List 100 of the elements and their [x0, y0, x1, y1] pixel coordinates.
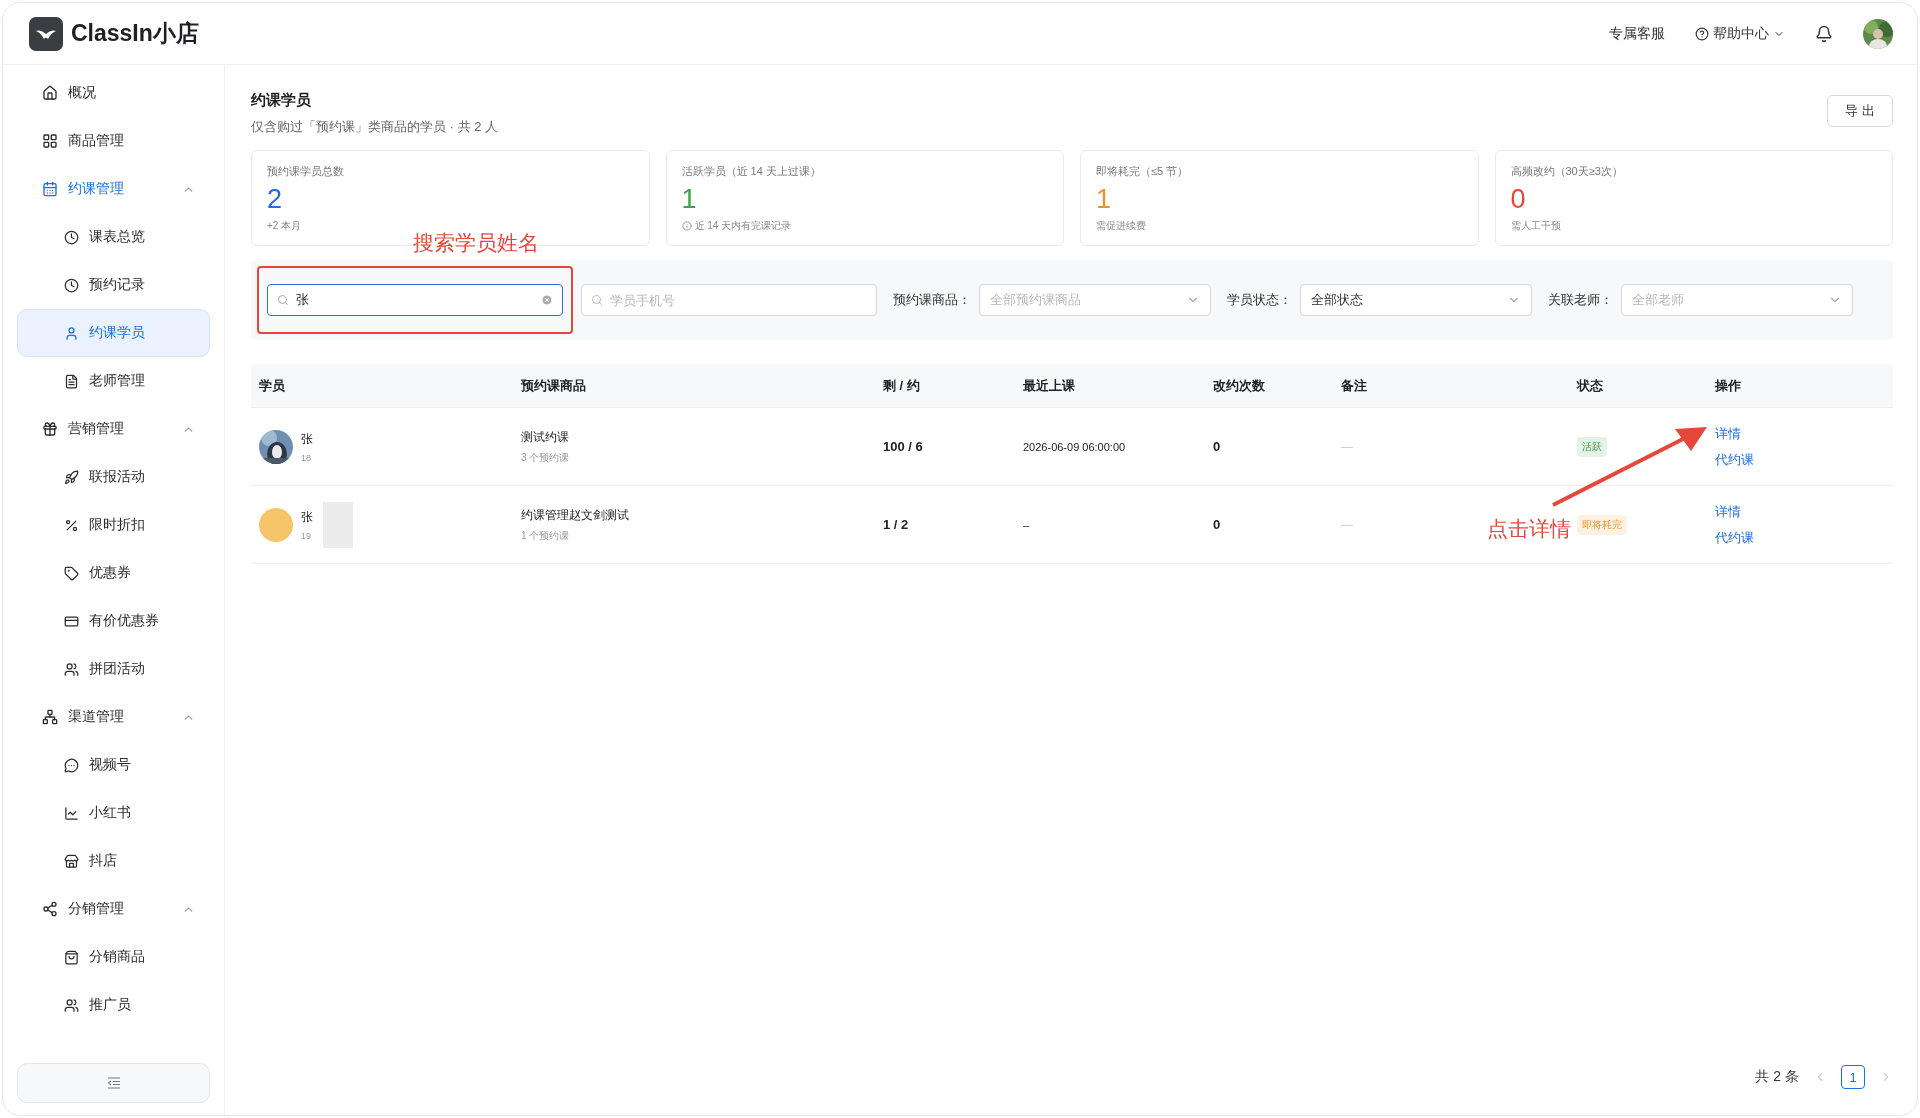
student-phone: 18: [301, 452, 312, 463]
sidebar-item[interactable]: 小红书: [17, 789, 210, 837]
sidebar-item[interactable]: 拼团活动: [17, 645, 210, 693]
last-class: 2026-06-09 06:00:00: [1023, 440, 1126, 453]
users-icon: [64, 997, 79, 1013]
sidebar-item[interactable]: 预约记录: [17, 261, 210, 309]
product-note: 1 个预约课: [521, 528, 571, 543]
clock-icon: [64, 277, 79, 293]
logo-text: ClassIn小店: [71, 19, 199, 48]
sidebar-item[interactable]: 商品管理: [17, 117, 210, 165]
stat-label: 预约课学员总数: [267, 164, 345, 179]
stat-value: 0: [1510, 183, 1527, 215]
card-icon: [64, 613, 79, 629]
column-header: 最近上课: [1022, 376, 1076, 395]
remaining-count: 1 / 2: [883, 517, 909, 532]
help-menu[interactable]: 帮助中心: [1695, 24, 1785, 43]
remark: —: [1341, 439, 1353, 454]
phone-search-field[interactable]: 学员手机号: [581, 284, 877, 316]
percent-icon: [64, 517, 79, 533]
filter-select[interactable]: 全部状态: [1300, 284, 1532, 316]
grid-icon: [42, 133, 58, 149]
collapse-icon: [106, 1077, 121, 1089]
sidebar-item[interactable]: 分销商品: [17, 933, 210, 981]
stat-note: 近 14 天内有完课记录: [681, 219, 1048, 233]
chart-icon: [64, 805, 79, 821]
student-name: 张: [301, 508, 313, 526]
sidebar-item[interactable]: 营销管理: [17, 405, 210, 453]
status-badge: 活跃: [1577, 436, 1607, 457]
change-count: 0: [1213, 517, 1221, 532]
search-icon: [277, 294, 289, 306]
sidebar-item[interactable]: 分销管理: [17, 885, 210, 933]
sidebar-item[interactable]: 抖店: [17, 837, 210, 885]
search-icon: [591, 294, 603, 306]
users-icon: [64, 661, 79, 677]
house-icon: [42, 85, 58, 101]
page-title: 约课学员: [251, 91, 312, 110]
stat-label: 活跃学员（近 14 天上过课）: [681, 164, 822, 179]
rocket-icon: [64, 469, 79, 485]
filter-label: 学员状态：: [1227, 291, 1292, 309]
action-link[interactable]: 代约课: [1715, 450, 1754, 469]
remark: —: [1341, 517, 1353, 532]
sidebar-item[interactable]: 限时折扣: [17, 501, 210, 549]
column-header: 预约课商品: [520, 376, 587, 395]
sidebar-item[interactable]: 老师管理: [17, 357, 210, 405]
store-icon: [64, 853, 79, 869]
stat-note: 需促进续费: [1096, 219, 1147, 233]
sidebar-item[interactable]: 视频号: [17, 741, 210, 789]
student-name: 张: [301, 430, 313, 448]
product-note: 3 个预约课: [521, 450, 570, 465]
tag-icon: [64, 565, 79, 581]
collapse-sidebar-button[interactable]: [17, 1063, 210, 1103]
sidebar-item[interactable]: 概况: [17, 69, 210, 117]
filter-label: 预约课商品：: [893, 291, 971, 309]
clear-icon[interactable]: [541, 294, 553, 306]
sidebar-item[interactable]: 优惠券: [17, 549, 210, 597]
stat-label: 高频改约（30天≥3次）: [1510, 164, 1624, 179]
stat-label: 即将耗完（≤5 节）: [1096, 164, 1190, 179]
share-icon: [42, 901, 58, 917]
remaining-count: 100 / 6: [883, 439, 923, 454]
sidebar-item[interactable]: 联报活动: [17, 453, 210, 501]
stat-value: 1: [1096, 183, 1113, 215]
column-header: 备注: [1340, 376, 1368, 395]
column-header: 操作: [1714, 376, 1742, 395]
sidebar-item[interactable]: 渠道管理: [17, 693, 210, 741]
chat-icon: [64, 757, 79, 773]
status-badge: 即将耗完: [1577, 514, 1627, 535]
help-icon: [1695, 26, 1709, 41]
action-link[interactable]: 代约课: [1715, 528, 1754, 547]
stat-value: 1: [681, 183, 698, 215]
bell-icon[interactable]: [1815, 24, 1833, 43]
sidebar-item[interactable]: 推广员: [17, 981, 210, 1029]
action-link[interactable]: 详情: [1715, 502, 1754, 521]
sidebar-item[interactable]: 约课学员: [17, 309, 210, 357]
name-search-field[interactable]: 张: [267, 284, 563, 316]
column-header: 改约次数: [1212, 376, 1266, 395]
stat-value: 2: [267, 183, 284, 215]
calendar-icon: [42, 181, 58, 197]
clock-icon: [64, 229, 79, 245]
logo-icon: [29, 16, 63, 51]
sidebar-item[interactable]: 有价优惠券: [17, 597, 210, 645]
bag-icon: [64, 949, 79, 965]
product-name: 测试约课: [521, 428, 570, 446]
annotation-label: 点击详情: [1487, 516, 1571, 542]
total-count: 共 2 条: [1755, 1068, 1799, 1086]
student-phone: 19: [301, 530, 312, 541]
sidebar-item[interactable]: 约课管理: [17, 165, 210, 213]
page-subtitle: 仅含购过「预约课」类商品的学员 · 共 2 人: [251, 118, 498, 136]
gift-icon: [42, 421, 58, 437]
column-header: 状态: [1575, 376, 1604, 395]
page-button[interactable]: 1: [1841, 1065, 1865, 1089]
stat-note: +2 本月: [267, 219, 303, 233]
sidebar-item[interactable]: 课表总览: [17, 213, 210, 261]
annotation-label: 搜索学员姓名: [413, 230, 539, 256]
action-link[interactable]: 详情: [1715, 424, 1754, 443]
change-count: 0: [1213, 439, 1221, 454]
filter-label: 关联老师：: [1548, 291, 1613, 309]
export-button[interactable]: 导 出: [1827, 95, 1893, 127]
header-link[interactable]: 专属客服: [1609, 24, 1665, 43]
column-header: 学员: [258, 376, 286, 395]
user-icon: [64, 325, 79, 341]
